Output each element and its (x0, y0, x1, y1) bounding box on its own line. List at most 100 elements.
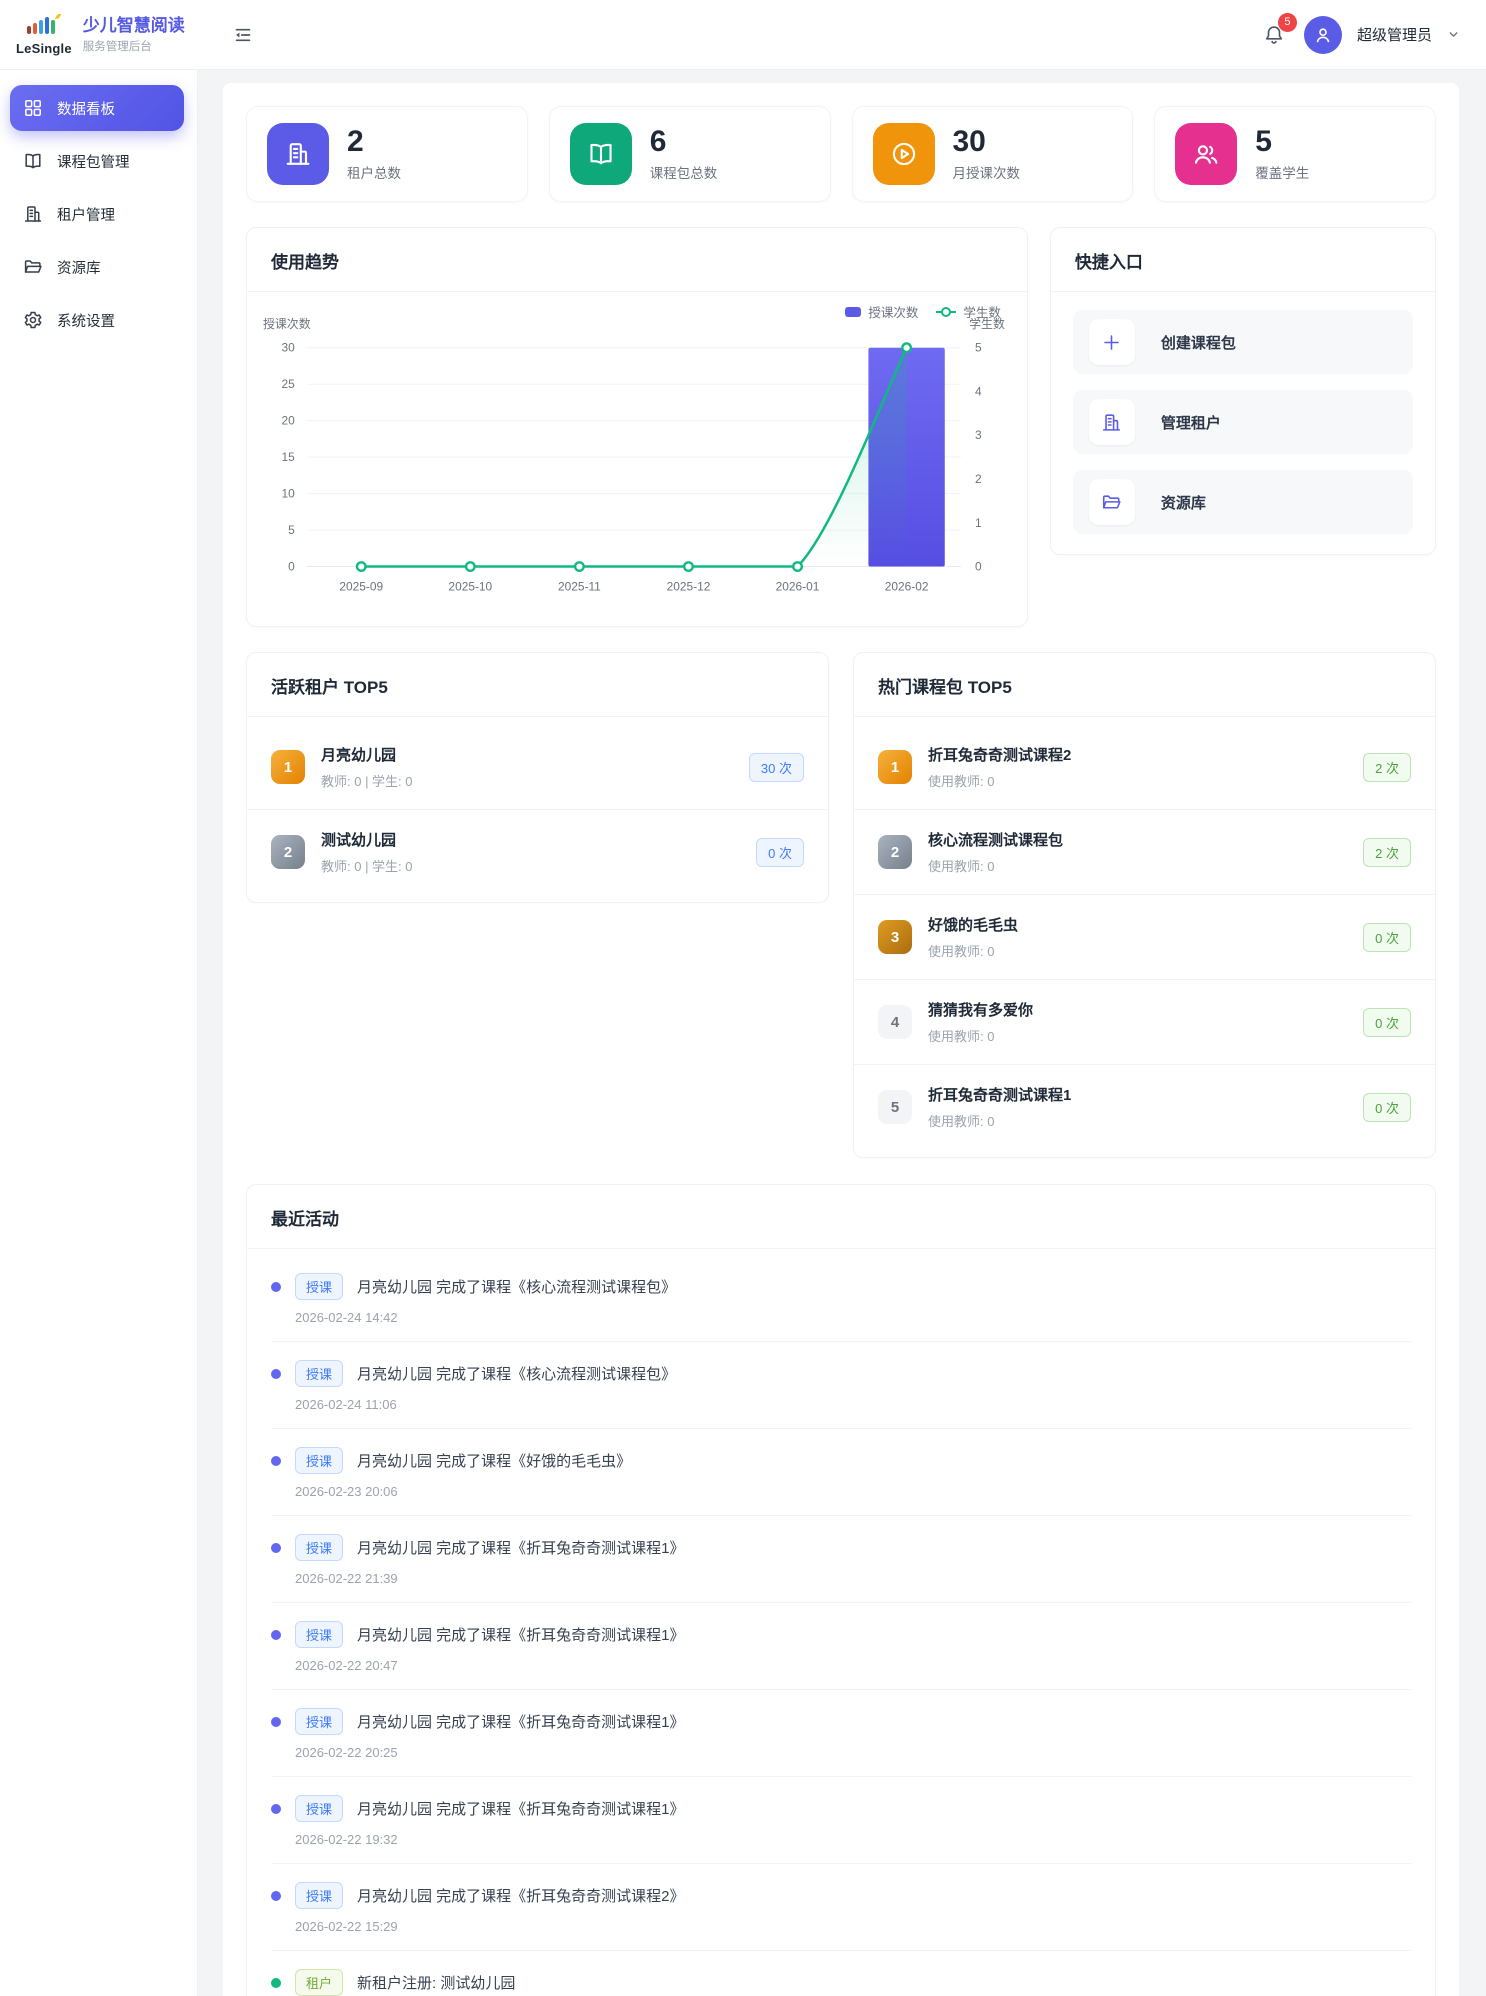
item-name: 测试幼儿园 (321, 829, 740, 850)
svg-text:5: 5 (975, 341, 982, 355)
activity-text: 月亮幼儿园 完成了课程《折耳兔奇奇测试课程1》 (357, 1537, 685, 1558)
activity-timestamp: 2026-02-24 14:42 (295, 1310, 1411, 1325)
item-name: 猜猜我有多爱你 (928, 999, 1347, 1020)
activity-item: 授课 月亮幼儿园 完成了课程《好饿的毛毛虫》 2026-02-23 20:06 (271, 1428, 1411, 1515)
activity-dot-icon (271, 1891, 281, 1901)
chevron-down-icon[interactable] (1447, 28, 1460, 41)
activity-timestamp: 2026-02-24 11:06 (295, 1397, 1411, 1412)
sidebar-item-folder[interactable]: 资源库 (10, 244, 184, 290)
user-name[interactable]: 超级管理员 (1357, 24, 1432, 45)
activity-timestamp: 2026-02-22 21:39 (295, 1571, 1411, 1586)
activity-type-tag: 租户 (295, 1969, 343, 1996)
svg-text:0: 0 (288, 560, 295, 574)
activity-dot-icon (271, 1456, 281, 1466)
usage-trend-chart: 0510152025300123452025-092025-102025-112… (255, 302, 1011, 612)
activity-item: 授课 月亮幼儿园 完成了课程《折耳兔奇奇测试课程1》 2026-02-22 20… (271, 1602, 1411, 1689)
logo-bars-icon (24, 13, 64, 40)
activity-timestamp: 2026-02-22 15:29 (295, 1919, 1411, 1934)
list-item: 2 核心流程测试课程包 使用教师: 0 2 次 (854, 809, 1435, 894)
svg-text:2025-10: 2025-10 (448, 579, 492, 593)
stat-value: 5 (1255, 126, 1309, 158)
quick-entry-plus[interactable]: 创建课程包 (1073, 310, 1413, 374)
item-name: 好饿的毛毛虫 (928, 914, 1347, 935)
item-meta: 教师: 0 | 学生: 0 (321, 856, 740, 875)
sidebar-item-dashboard[interactable]: 数据看板 (10, 85, 184, 131)
sidebar-item-book[interactable]: 课程包管理 (10, 138, 184, 184)
svg-text:15: 15 (282, 450, 296, 464)
rank-badge: 4 (878, 1005, 912, 1039)
book-icon (23, 151, 43, 171)
svg-text:2025-11: 2025-11 (558, 579, 601, 593)
stat-value: 6 (650, 126, 718, 158)
svg-text:2026-02: 2026-02 (885, 579, 929, 593)
top-header: LeSingle 少儿智慧阅读 服务管理后台 5 (0, 0, 1486, 70)
sidebar-nav: 数据看板 课程包管理 租户管理 资源库 系统设置 (0, 85, 197, 343)
activity-item: 授课 月亮幼儿园 完成了课程《折耳兔奇奇测试课程2》 2026-02-22 15… (271, 1863, 1411, 1950)
notification-bell-icon[interactable]: 5 (1259, 20, 1289, 50)
activity-type-tag: 授课 (295, 1708, 343, 1735)
brand-title: 少儿智慧阅读 (83, 15, 185, 36)
plus-icon (1089, 319, 1135, 365)
sidebar-item-label: 数据看板 (57, 98, 115, 119)
hot-courses-title: 热门课程包 TOP5 (854, 653, 1435, 717)
activity-type-tag: 授课 (295, 1273, 343, 1300)
svg-text:授课次数: 授课次数 (263, 317, 311, 331)
quick-entry-folder[interactable]: 资源库 (1073, 470, 1413, 534)
line-swatch-icon (936, 307, 956, 317)
svg-text:3: 3 (975, 428, 982, 442)
building-icon (267, 123, 329, 185)
svg-text:10: 10 (282, 487, 296, 501)
usage-trend-title: 使用趋势 (247, 228, 1027, 292)
stat-card: 30 月授课次数 (852, 106, 1134, 202)
building-icon (23, 204, 43, 224)
sidebar-item-gear[interactable]: 系统设置 (10, 297, 184, 343)
activity-item: 授课 月亮幼儿园 完成了课程《核心流程测试课程包》 2026-02-24 11:… (271, 1341, 1411, 1428)
sidebar-item-label: 资源库 (57, 257, 101, 278)
activity-type-tag: 授课 (295, 1447, 343, 1474)
activity-timestamp: 2026-02-23 20:06 (295, 1484, 1411, 1499)
activity-text: 月亮幼儿园 完成了课程《折耳兔奇奇测试课程1》 (357, 1624, 685, 1645)
activity-text: 新租户注册: 测试幼儿园 (357, 1972, 515, 1993)
count-badge: 0 次 (1363, 923, 1411, 952)
dashboard-icon (23, 98, 43, 118)
quick-entry-building[interactable]: 管理租户 (1073, 390, 1413, 454)
activity-text: 月亮幼儿园 完成了课程《折耳兔奇奇测试课程1》 (357, 1798, 685, 1819)
quick-entry-label: 管理租户 (1161, 412, 1221, 433)
item-name: 折耳兔奇奇测试课程2 (928, 744, 1347, 765)
sidebar-item-building[interactable]: 租户管理 (10, 191, 184, 237)
list-item: 1 月亮幼儿园 教师: 0 | 学生: 0 30 次 (247, 725, 828, 809)
activity-item: 租户 新租户注册: 测试幼儿园 2026-02-22 11:56 (271, 1950, 1411, 1996)
item-meta: 教师: 0 | 学生: 0 (321, 771, 733, 790)
stat-label: 租户总数 (347, 162, 401, 182)
activity-timestamp: 2026-02-22 20:47 (295, 1658, 1411, 1673)
stat-cards-row: 2 租户总数 6 课程包总数 30 月授课次数 5 覆盖学生 (246, 106, 1436, 202)
sidebar-collapse-button[interactable] (226, 18, 260, 52)
activity-text: 月亮幼儿园 完成了课程《好饿的毛毛虫》 (357, 1450, 631, 1471)
rank-badge: 1 (271, 750, 305, 784)
main-area: 2 租户总数 6 课程包总数 30 月授课次数 5 覆盖学生 使用趋势 (198, 70, 1486, 1996)
play-icon (873, 123, 935, 185)
header-actions: 5 超级管理员 (1259, 16, 1460, 54)
svg-text:1: 1 (975, 516, 982, 530)
user-avatar[interactable] (1304, 16, 1342, 54)
activity-dot-icon (271, 1804, 281, 1814)
legend-item-line[interactable]: 学生数 (936, 302, 1001, 321)
stat-card: 6 课程包总数 (549, 106, 831, 202)
svg-text:2025-09: 2025-09 (339, 579, 383, 593)
active-tenants-card: 活跃租户 TOP5 1 月亮幼儿园 教师: 0 | 学生: 0 30 次 2 测… (246, 652, 829, 903)
activity-timestamp: 2026-02-22 19:32 (295, 1832, 1411, 1847)
item-meta: 使用教师: 0 (928, 941, 1347, 960)
activity-text: 月亮幼儿园 完成了课程《折耳兔奇奇测试课程2》 (357, 1885, 685, 1906)
stat-label: 覆盖学生 (1255, 162, 1309, 182)
rank-badge: 2 (878, 835, 912, 869)
rank-badge: 1 (878, 750, 912, 784)
recent-activity-card: 最近活动 授课 月亮幼儿园 完成了课程《核心流程测试课程包》 2026-02-2… (246, 1184, 1436, 1996)
item-meta: 使用教师: 0 (928, 1026, 1347, 1045)
quick-entry-card: 快捷入口 创建课程包 管理租户 资源库 (1050, 227, 1436, 555)
list-item: 5 折耳兔奇奇测试课程1 使用教师: 0 0 次 (854, 1064, 1435, 1149)
legend-item-bar[interactable]: 授课次数 (845, 302, 918, 321)
list-item: 3 好饿的毛毛虫 使用教师: 0 0 次 (854, 894, 1435, 979)
hot-courses-card: 热门课程包 TOP5 1 折耳兔奇奇测试课程2 使用教师: 0 2 次 2 核心… (853, 652, 1436, 1158)
item-name: 折耳兔奇奇测试课程1 (928, 1084, 1347, 1105)
svg-text:2026-01: 2026-01 (776, 579, 820, 593)
